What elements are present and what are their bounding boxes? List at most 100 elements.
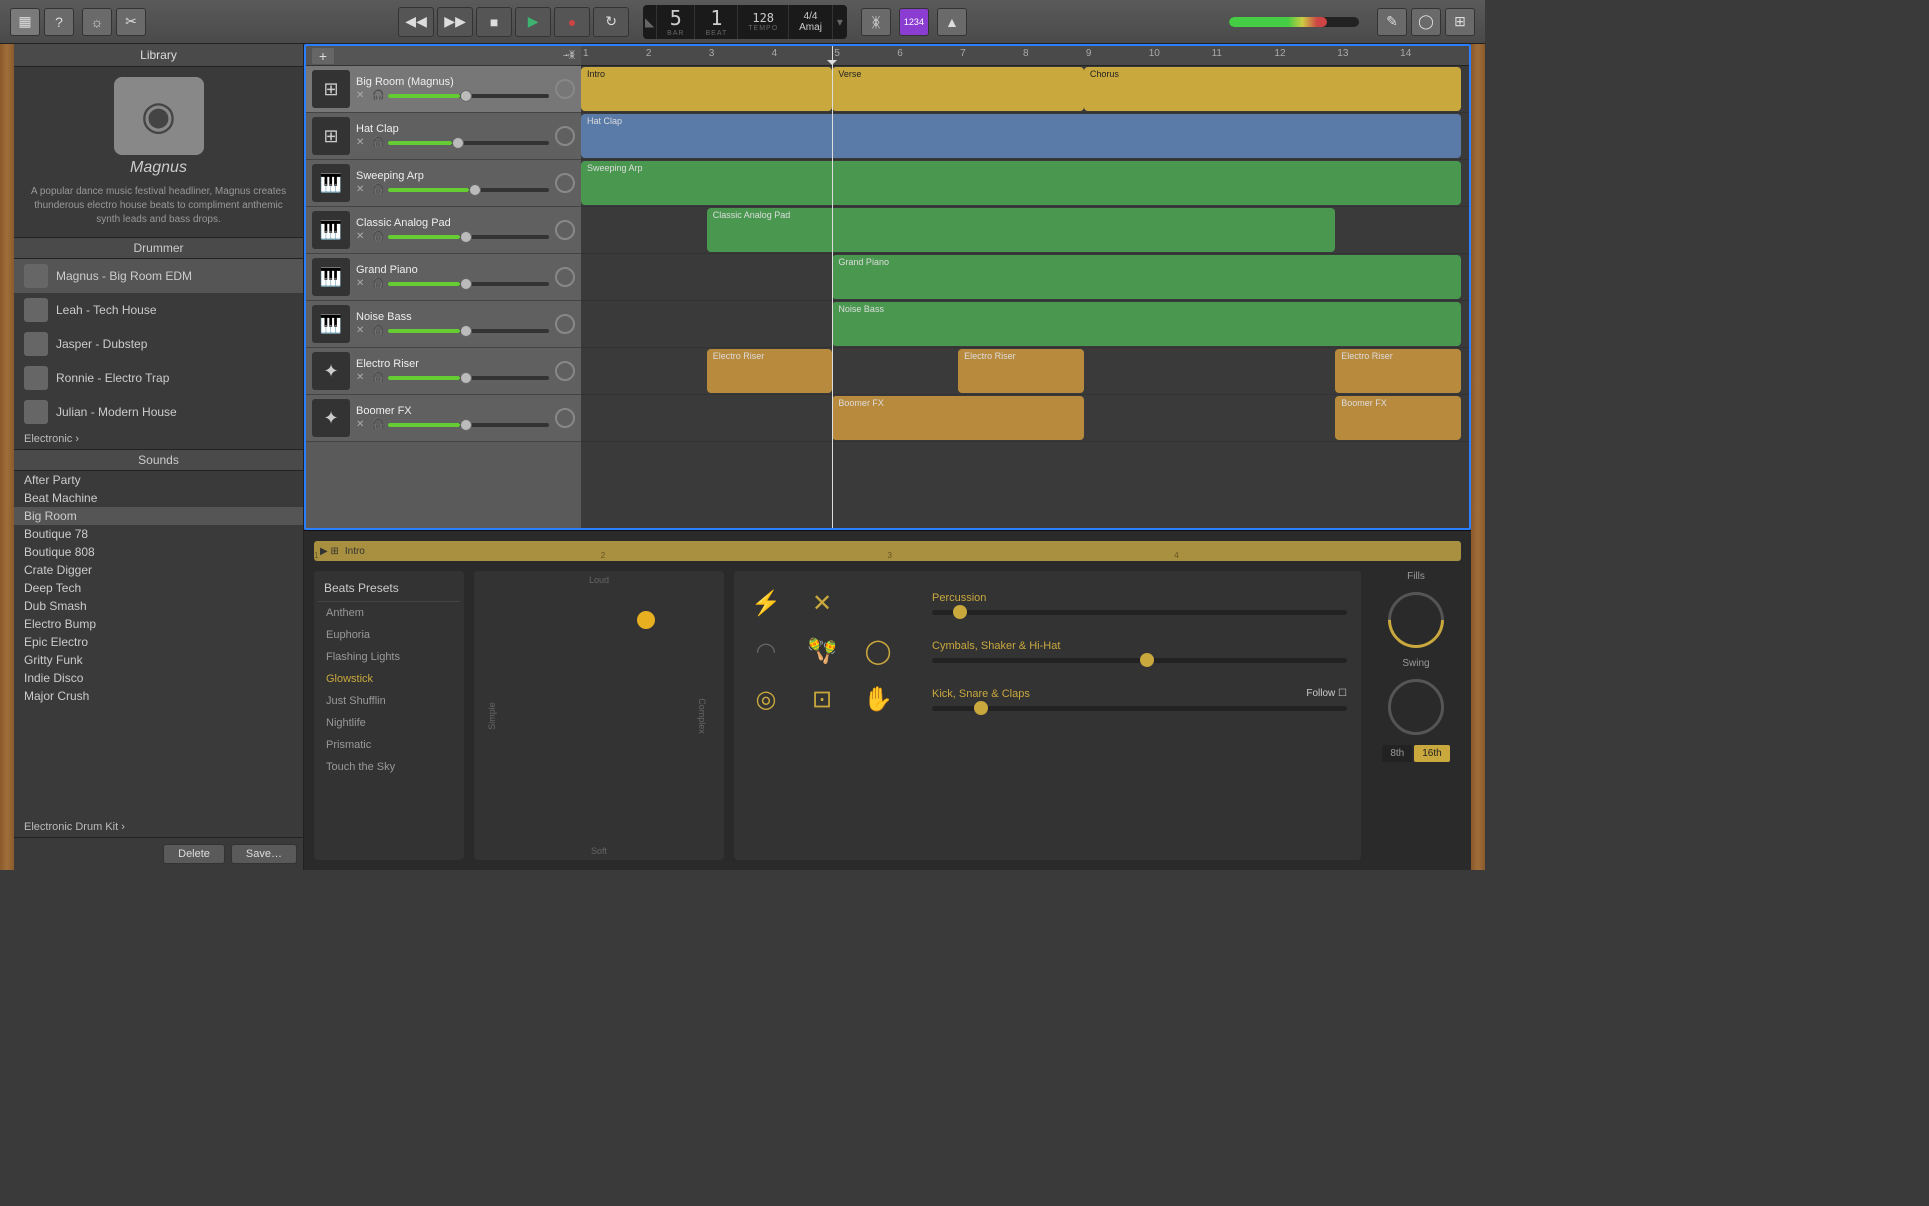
sound-list-item[interactable]: Boutique 78 xyxy=(14,525,303,543)
headphones-icon[interactable]: 🎧 xyxy=(372,184,384,196)
preset-item[interactable]: Euphoria xyxy=(318,624,460,646)
headphones-icon[interactable]: 🎧 xyxy=(372,325,384,337)
loops-button[interactable]: ◯ xyxy=(1411,8,1441,36)
headphones-icon[interactable]: 🎧 xyxy=(372,231,384,243)
volume-slider[interactable] xyxy=(388,376,549,380)
notepad-button[interactable]: ✎ xyxy=(1377,8,1407,36)
lcd-display[interactable]: ◣ 5BAR 1BEAT 128TEMPO 4/4Amaj ▾ xyxy=(643,5,847,39)
delete-button[interactable]: Delete xyxy=(163,844,225,864)
stop-button[interactable]: ■ xyxy=(476,7,512,37)
fills-knob[interactable] xyxy=(1376,580,1455,659)
pan-knob[interactable] xyxy=(555,314,575,334)
metronome-button[interactable]: ▲ xyxy=(937,8,967,36)
timeline-ruler[interactable]: 1234567891011121314 xyxy=(581,46,1469,66)
sound-list-item[interactable]: Indie Disco xyxy=(14,669,303,687)
headphones-icon[interactable]: 🎧 xyxy=(372,419,384,431)
regions-area[interactable]: IntroVerseChorusHat ClapSweeping ArpClas… xyxy=(581,66,1469,528)
volume-slider[interactable] xyxy=(388,188,549,192)
region[interactable]: Electro Riser xyxy=(707,349,833,393)
preset-item[interactable]: Anthem xyxy=(318,602,460,624)
drum-piece-icon[interactable] xyxy=(860,585,896,621)
region[interactable]: Chorus xyxy=(1084,67,1461,111)
sound-list-item[interactable]: Major Crush xyxy=(14,687,303,705)
drummer-list-item[interactable]: Magnus - Big Room EDM xyxy=(14,259,303,293)
sound-list-item[interactable]: Boutique 808 xyxy=(14,543,303,561)
mute-icon[interactable]: ✕ xyxy=(356,372,368,384)
region[interactable]: Boomer FX xyxy=(1335,396,1461,440)
pan-knob[interactable] xyxy=(555,220,575,240)
drum-piece-icon[interactable]: ✋ xyxy=(860,681,896,717)
library-toggle-button[interactable]: ▦ xyxy=(10,8,40,36)
drum-slider[interactable] xyxy=(932,658,1347,663)
headphones-icon[interactable]: 🎧 xyxy=(372,137,384,149)
rewind-button[interactable]: ◀◀ xyxy=(398,7,434,37)
editor-region-ruler[interactable]: ▶ ⊞ Intro 1234 xyxy=(314,541,1461,561)
tuner-button[interactable]: ᛤ xyxy=(861,8,891,36)
drummer-list-item[interactable]: Leah - Tech House xyxy=(14,293,303,327)
record-button[interactable]: ● xyxy=(554,7,590,37)
follow-toggle[interactable]: Follow ☐ xyxy=(1306,688,1347,699)
sound-list-item[interactable]: Crate Digger xyxy=(14,561,303,579)
help-button[interactable]: ? xyxy=(44,8,74,36)
region[interactable]: Boomer FX xyxy=(832,396,1083,440)
drum-piece-icon[interactable]: ◎ xyxy=(748,681,784,717)
region[interactable]: Verse xyxy=(832,67,1083,111)
forward-button[interactable]: ▶▶ xyxy=(437,7,473,37)
preset-item[interactable]: Flashing Lights xyxy=(318,646,460,668)
drum-piece-icon[interactable]: ◠ xyxy=(748,633,784,669)
swing-knob[interactable] xyxy=(1388,679,1444,735)
headphones-icon[interactable]: 🎧 xyxy=(372,278,384,290)
pan-knob[interactable] xyxy=(555,79,575,99)
media-button[interactable]: ⊞ xyxy=(1445,8,1475,36)
preset-item[interactable]: Glowstick xyxy=(318,668,460,690)
drum-piece-icon[interactable]: ◯ xyxy=(860,633,896,669)
sound-list-item[interactable]: Big Room xyxy=(14,507,303,525)
scissors-button[interactable]: ✂ xyxy=(116,8,146,36)
mute-icon[interactable]: ✕ xyxy=(356,231,368,243)
region[interactable]: Intro xyxy=(581,67,832,111)
region[interactable]: Electro Riser xyxy=(958,349,1084,393)
count-in-button[interactable]: 1234 xyxy=(899,8,929,36)
sound-list-item[interactable]: Dub Smash xyxy=(14,597,303,615)
sound-list-item[interactable]: Beat Machine xyxy=(14,489,303,507)
drum-piece-icon[interactable]: ✕ xyxy=(804,585,840,621)
sound-list-item[interactable]: Epic Electro xyxy=(14,633,303,651)
volume-slider[interactable] xyxy=(388,329,549,333)
region[interactable]: Classic Analog Pad xyxy=(707,208,1336,252)
pan-knob[interactable] xyxy=(555,126,575,146)
track-header[interactable]: ⊞Hat Clap✕🎧 xyxy=(306,113,581,160)
playhead[interactable] xyxy=(832,46,833,528)
region[interactable]: Noise Bass xyxy=(832,302,1461,346)
timeline[interactable]: 1234567891011121314 IntroVerseChorusHat … xyxy=(581,46,1469,528)
preset-item[interactable]: Prismatic xyxy=(318,734,460,756)
xy-puck[interactable] xyxy=(637,611,655,629)
pan-knob[interactable] xyxy=(555,173,575,193)
mute-icon[interactable]: ✕ xyxy=(356,184,368,196)
sound-list-item[interactable]: After Party xyxy=(14,471,303,489)
track-header[interactable]: ✦Electro Riser✕🎧 xyxy=(306,348,581,395)
drum-slider[interactable] xyxy=(932,706,1347,711)
preset-item[interactable]: Just Shufflin xyxy=(318,690,460,712)
headphones-icon[interactable]: 🎧 xyxy=(372,90,384,102)
track-header[interactable]: ⊞Big Room (Magnus)✕🎧 xyxy=(306,66,581,113)
volume-slider[interactable] xyxy=(388,141,549,145)
drummer-list-item[interactable]: Jasper - Dubstep xyxy=(14,327,303,361)
sound-list-item[interactable]: Deep Tech xyxy=(14,579,303,597)
preset-item[interactable]: Nightlife xyxy=(318,712,460,734)
region[interactable]: Electro Riser xyxy=(1335,349,1461,393)
mute-icon[interactable]: ✕ xyxy=(356,90,368,102)
volume-slider[interactable] xyxy=(388,94,549,98)
drummer-list-item[interactable]: Julian - Modern House xyxy=(14,395,303,429)
xy-pad[interactable]: Loud Soft Simple Complex xyxy=(474,571,724,860)
save-button[interactable]: Save… xyxy=(231,844,297,864)
pan-knob[interactable] xyxy=(555,267,575,287)
add-track-button[interactable]: + xyxy=(312,48,334,64)
track-header[interactable]: 🎹Noise Bass✕🎧 xyxy=(306,301,581,348)
eighth-note-button[interactable]: 8th xyxy=(1382,745,1412,762)
track-header[interactable]: 🎹Grand Piano✕🎧 xyxy=(306,254,581,301)
track-filter-button[interactable]: ⇥ᛤ xyxy=(563,50,575,61)
region[interactable]: Hat Clap xyxy=(581,114,1461,158)
track-header[interactable]: 🎹Sweeping Arp✕🎧 xyxy=(306,160,581,207)
volume-slider[interactable] xyxy=(388,282,549,286)
quicksample-button[interactable]: ☼ xyxy=(82,8,112,36)
